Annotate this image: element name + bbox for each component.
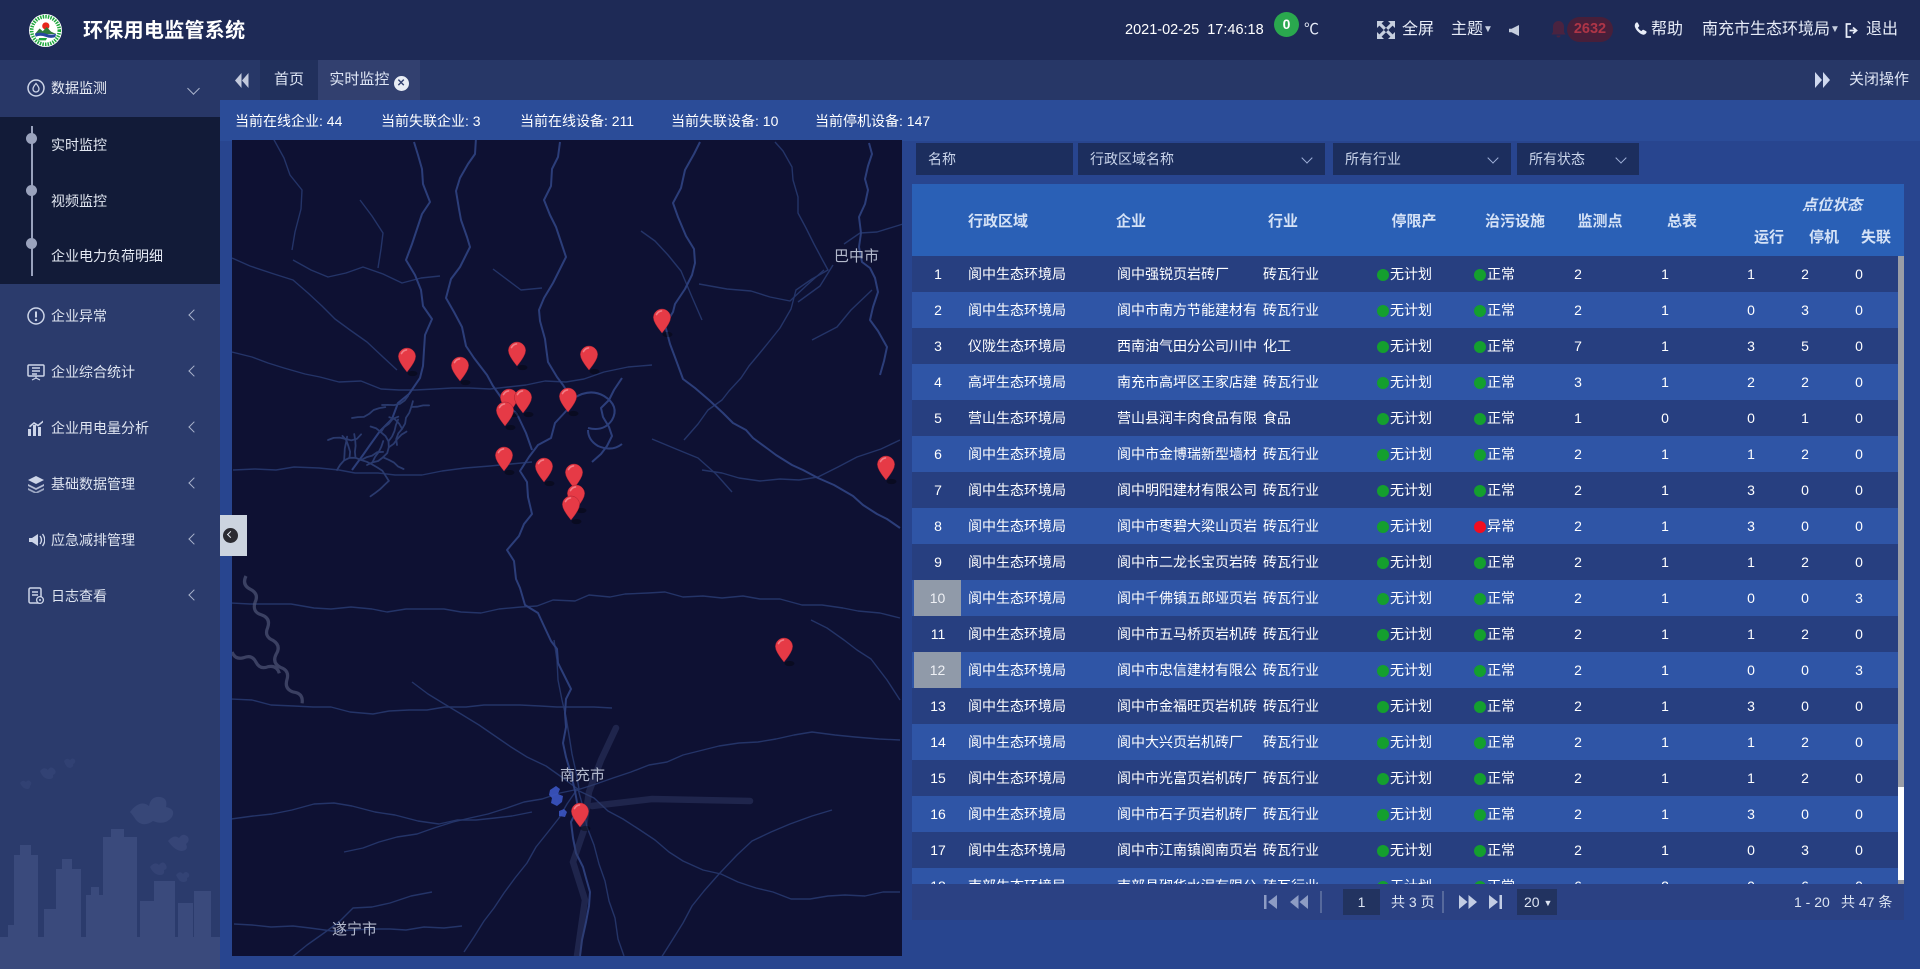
svg-text:巴中市: 巴中市 bbox=[834, 248, 879, 265]
svg-text:遂宁市: 遂宁市 bbox=[332, 921, 377, 938]
svg-text:南充市: 南充市 bbox=[560, 767, 605, 784]
